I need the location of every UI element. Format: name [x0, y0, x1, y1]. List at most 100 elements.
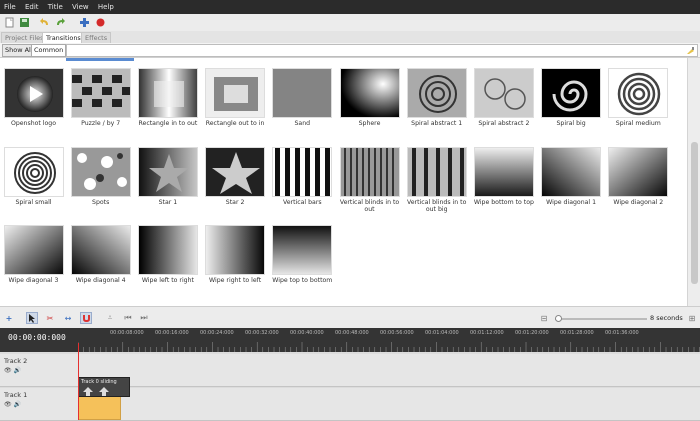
playhead[interactable] — [78, 343, 79, 420]
track-name: Track 1 — [4, 391, 28, 399]
ruler-tick-label: 00:01:20:000 — [515, 330, 549, 336]
zoom-slider[interactable] — [555, 315, 647, 322]
timeline-ruler[interactable]: 00:00:00:000 00:00:08:000 00:00:16:000 00:… — [0, 328, 700, 352]
transition-label: Wipe diagonal 4 — [75, 277, 126, 284]
transition-thumbnail — [608, 146, 669, 197]
transition-item[interactable]: Wipe diagonal 3 — [1, 225, 67, 284]
transition-item[interactable]: Vertical bars — [269, 146, 335, 206]
clear-search-icon[interactable] — [686, 46, 695, 55]
search-input[interactable] — [66, 44, 698, 57]
ruler-tick-label: 00:00:32:000 — [245, 330, 279, 336]
add-marker-icon[interactable]: ⩡ — [104, 312, 116, 324]
zoom-slider-handle[interactable] — [555, 315, 562, 322]
select-tool-icon[interactable] — [26, 312, 38, 324]
menu-help[interactable]: Help — [98, 0, 114, 14]
zoom-label: 8 seconds — [650, 314, 683, 322]
transition-thumbnail — [70, 225, 131, 275]
transition-item[interactable]: Rectangle out to in — [202, 68, 268, 127]
resize-tool-icon[interactable]: ↔ — [62, 312, 74, 324]
transition-item[interactable]: Puzzle / by 7 — [68, 68, 134, 127]
transition-item[interactable]: Vertical blinds in to out — [337, 146, 403, 213]
ruler-tick-label: 00:01:28:000 — [560, 330, 594, 336]
ruler-ticks — [78, 342, 700, 352]
transition-thumbnail — [205, 146, 266, 197]
grid-scrollbar[interactable] — [687, 58, 700, 306]
transition-item[interactable]: Wipe diagonal 2 — [605, 146, 671, 206]
transition-thumbnail — [339, 68, 400, 118]
transition-label: Spiral big — [556, 120, 586, 127]
undo-icon[interactable] — [38, 16, 51, 29]
ruler-tick-label: 00:01:04:000 — [425, 330, 459, 336]
transition-label: Spiral small — [15, 198, 52, 206]
transition-thumbnail — [541, 146, 602, 197]
ruler-tick-label: 00:00:56:000 — [380, 330, 414, 336]
transitions-grid: Openshot logo Puzzle / by 7 Rectangle in t… — [0, 58, 687, 306]
transition-item[interactable]: Wipe diagonal 4 — [68, 225, 134, 284]
transition-item[interactable]: Spiral abstract 1 — [404, 68, 470, 127]
razor-tool-icon[interactable]: ✂ — [44, 312, 56, 324]
transition-item[interactable]: Vertical blinds in to out big — [404, 146, 470, 213]
save-project-icon[interactable] — [18, 16, 31, 29]
menu-view[interactable]: View — [72, 0, 89, 14]
snapping-icon[interactable] — [80, 312, 92, 324]
drag-tooltip: Track 0 sliding — [78, 377, 130, 397]
transition-item[interactable]: Spiral abstract 2 — [471, 68, 537, 127]
arrow-up-icon — [83, 387, 93, 396]
audio-icon[interactable]: 🔊 — [14, 367, 21, 374]
transition-item[interactable]: Spiral small — [1, 146, 67, 206]
tooltip-text: Track 0 sliding — [81, 379, 117, 385]
menu-title[interactable]: Title — [48, 0, 63, 14]
record-icon[interactable] — [94, 16, 107, 29]
transition-label: Wipe right to left — [209, 277, 262, 284]
transition-clip[interactable] — [78, 396, 121, 420]
previous-marker-icon[interactable]: ⏮ — [122, 312, 134, 324]
ruler-tick-label: 00:01:12:000 — [470, 330, 504, 336]
transition-item[interactable]: Wipe bottom to top — [471, 146, 537, 206]
audio-icon[interactable]: 🔊 — [14, 401, 21, 408]
transition-thumbnail — [205, 68, 266, 118]
scrollbar-thumb[interactable] — [691, 142, 698, 284]
transition-item[interactable]: Star 1 — [135, 146, 201, 206]
visibility-icon[interactable]: 👁 — [4, 367, 12, 374]
transition-item[interactable]: Wipe right to left — [202, 225, 268, 284]
transition-thumbnail — [3, 68, 64, 118]
tab-transitions[interactable]: Transitions — [42, 32, 85, 43]
track-header: Track 2 👁 🔊 — [4, 357, 76, 385]
zoom-out-icon[interactable]: ⊟ — [538, 312, 550, 324]
transition-label: Sand — [294, 120, 311, 127]
transition-label: Puzzle / by 7 — [81, 120, 121, 127]
transition-label: Wipe diagonal 1 — [546, 198, 597, 206]
transition-item[interactable]: Wipe left to right — [135, 225, 201, 284]
add-track-icon[interactable] — [78, 16, 91, 29]
add-track-button[interactable]: + — [3, 312, 15, 324]
tab-project-files[interactable]: Project Files — [1, 32, 48, 43]
transition-thumbnail — [137, 146, 198, 197]
ruler-tick-label: 00:00:40:000 — [290, 330, 324, 336]
new-project-icon[interactable] — [3, 16, 16, 29]
redo-icon[interactable] — [54, 16, 67, 29]
tab-effects[interactable]: Effects — [81, 32, 112, 43]
transition-item[interactable]: Spots — [68, 146, 134, 206]
transition-item[interactable]: Rectangle in to out — [135, 68, 201, 127]
transition-item[interactable]: Openshot logo — [1, 68, 67, 127]
menu-file[interactable]: File — [4, 0, 16, 14]
transition-item[interactable]: Spiral medium — [605, 68, 671, 127]
zoom-in-icon[interactable]: ⊞ — [686, 312, 698, 324]
menu-edit[interactable]: Edit — [25, 0, 39, 14]
transition-item[interactable]: Sand — [269, 68, 335, 127]
transition-item[interactable]: Wipe top to bottom — [269, 225, 335, 284]
transition-label: Wipe top to bottom — [272, 277, 333, 284]
track-header: Track 1 👁 🔊 — [4, 391, 76, 419]
transition-item[interactable]: Spiral big — [538, 68, 604, 127]
transition-label: Star 1 — [158, 198, 178, 206]
next-marker-icon[interactable]: ⏭ — [138, 312, 150, 324]
ruler-tick-label: 00:00:48:000 — [335, 330, 369, 336]
common-button[interactable]: Common — [31, 44, 67, 57]
transition-item[interactable]: Wipe diagonal 1 — [538, 146, 604, 206]
transition-thumbnail — [608, 68, 669, 118]
transition-item[interactable]: Star 2 — [202, 146, 268, 206]
transition-item[interactable]: Sphere — [337, 68, 403, 127]
transition-label: Vertical blinds in to out — [339, 198, 400, 213]
visibility-icon[interactable]: 👁 — [4, 401, 12, 408]
transition-label: Spiral abstract 1 — [411, 120, 463, 127]
